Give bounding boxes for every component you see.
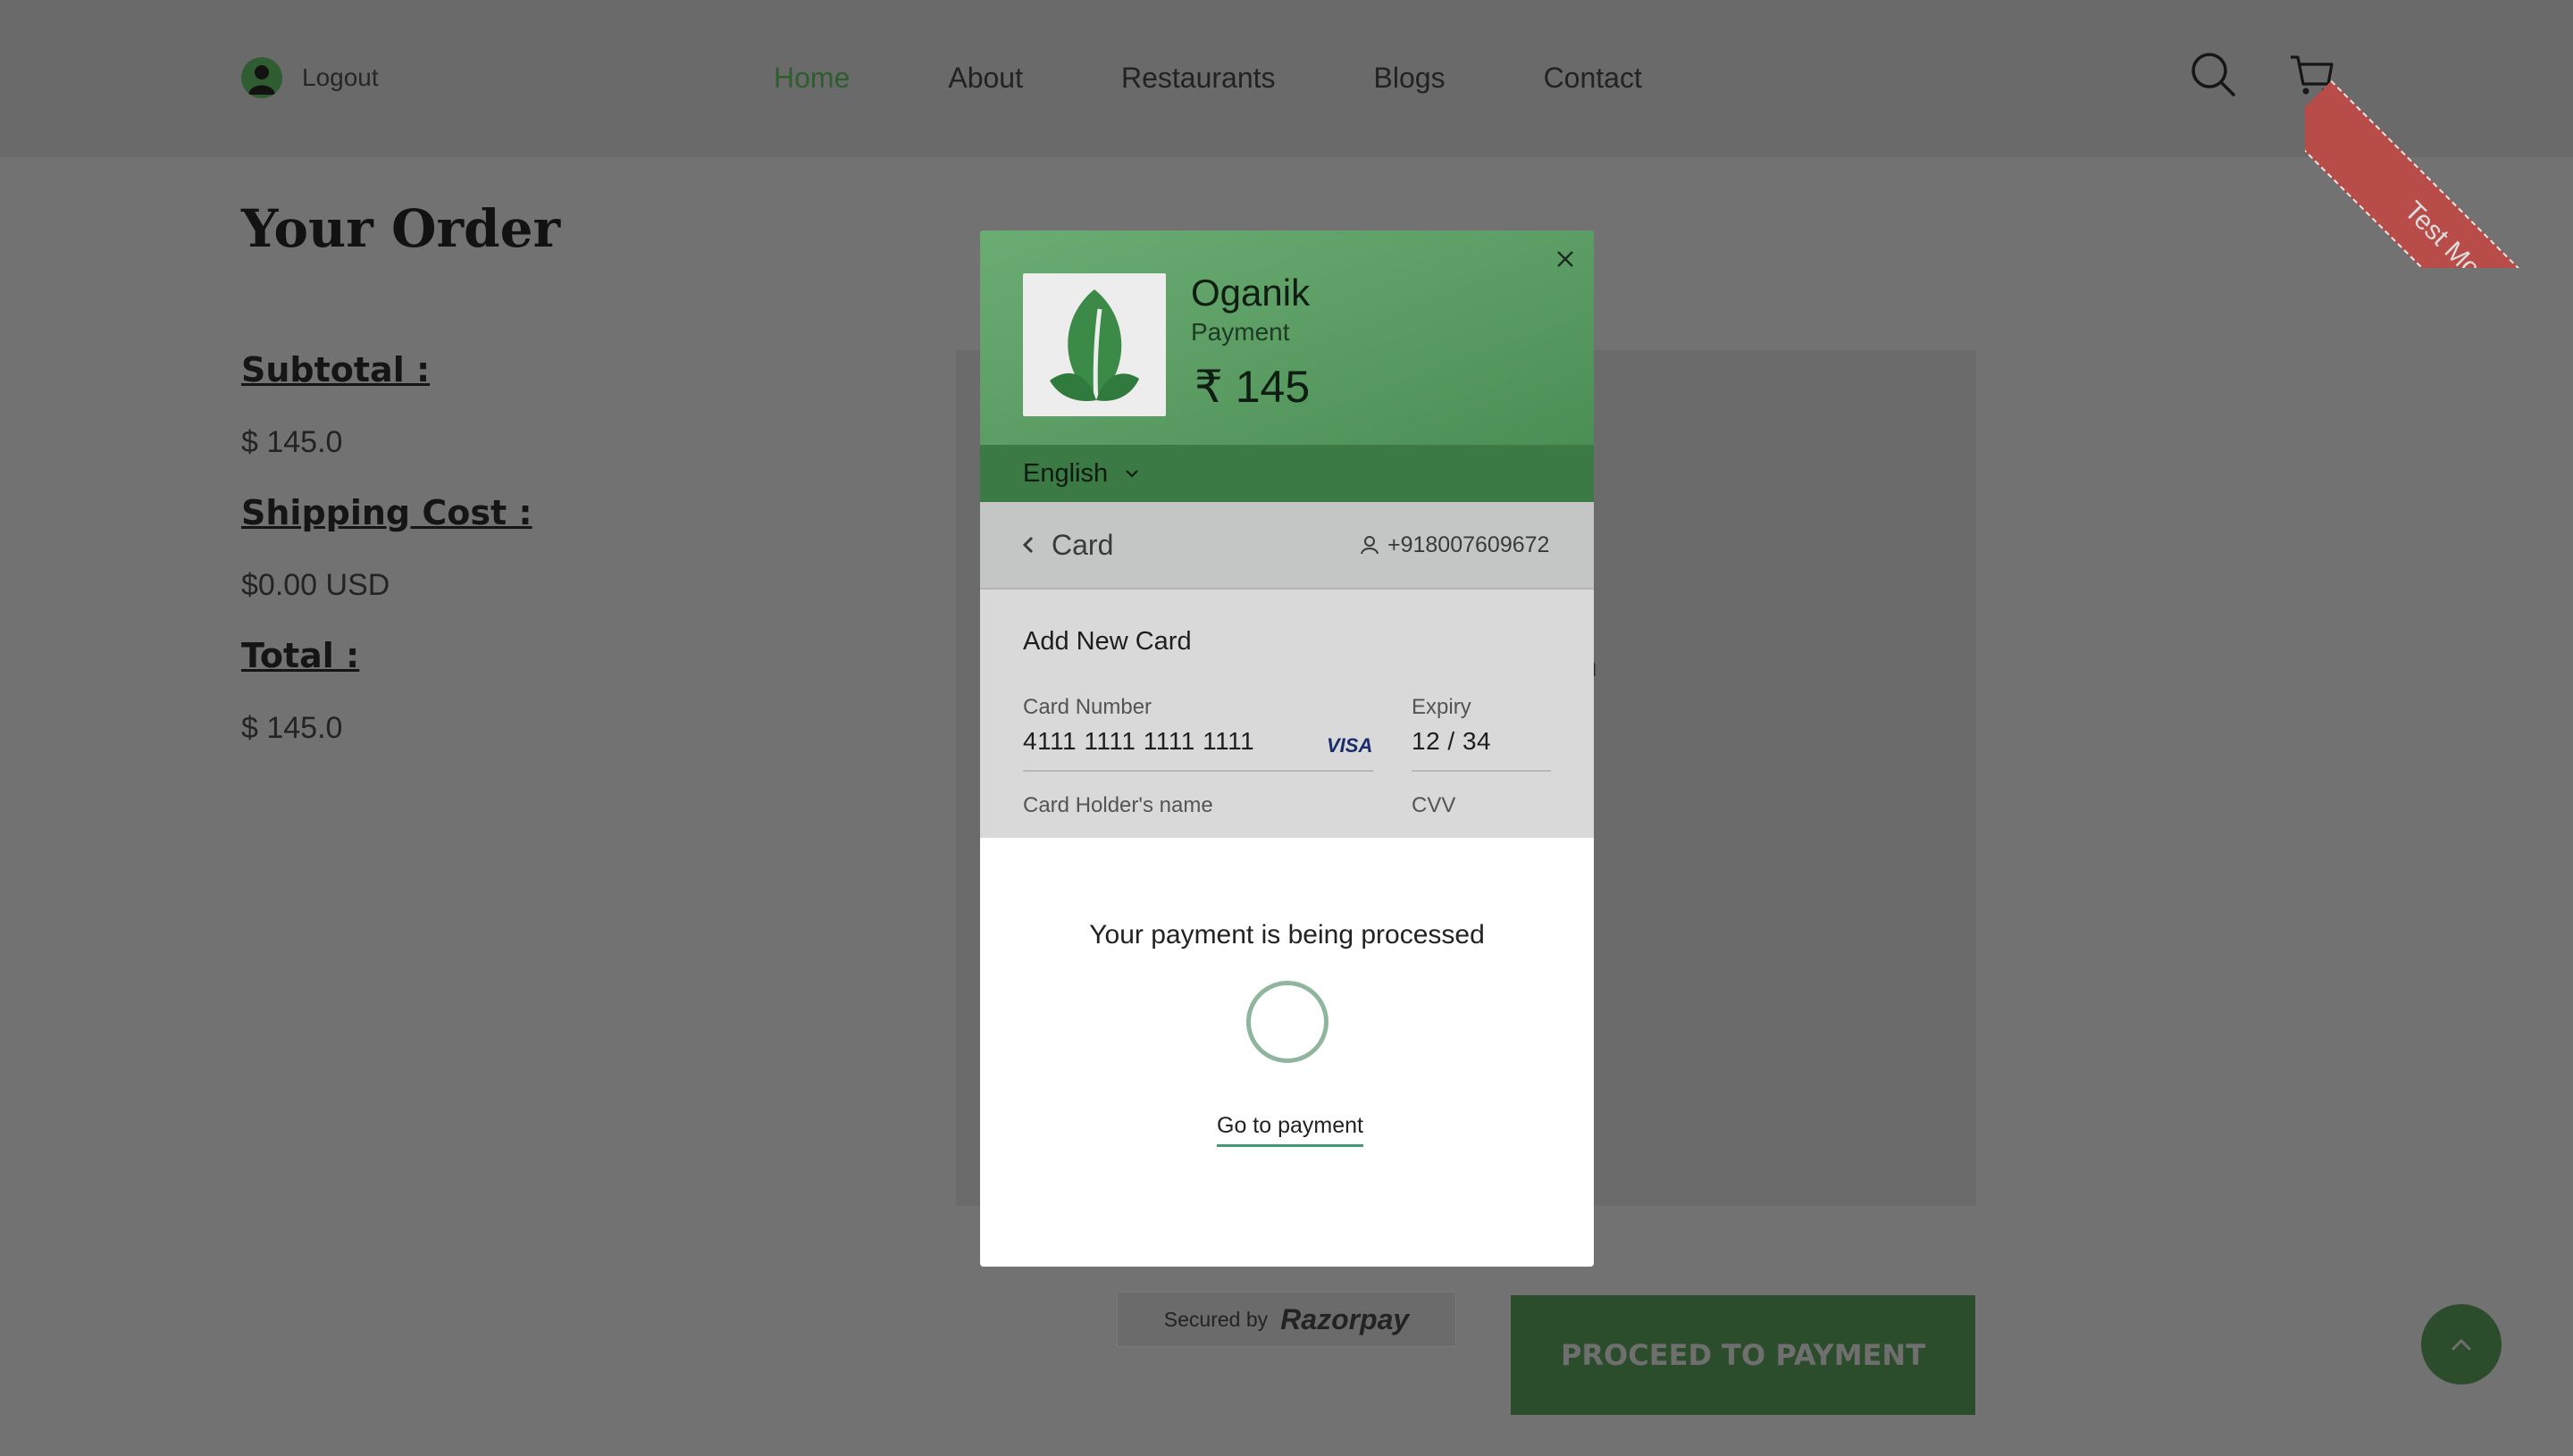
secured-by-badge: Secured by Razorpay [1117, 1292, 1456, 1347]
card-number-label: Card Number [1023, 695, 1152, 719]
language-label: English [1023, 458, 1109, 488]
go-to-payment-link[interactable]: Go to payment [1217, 1113, 1363, 1147]
processing-overlay: Your payment is being processed Go to pa… [980, 838, 1594, 1267]
close-button[interactable] [1547, 241, 1583, 277]
page-title: Your Order [241, 198, 561, 259]
card-section-title: Card [1052, 529, 1114, 561]
merchant-logo [1023, 273, 1166, 416]
expiry-field[interactable]: 12 / 34 [1412, 727, 1491, 756]
subtotal-label: Subtotal : [241, 350, 431, 389]
processing-message: Your payment is being processed [1089, 920, 1485, 950]
test-mode-label: Test Mode [2305, 80, 2573, 268]
merchant-name: Oganik [1191, 272, 1311, 314]
chevron-down-icon [1126, 470, 1138, 478]
card-holder-label: Card Holder's name [1023, 793, 1213, 817]
user-icon [1361, 536, 1379, 555]
account-link[interactable]: Logout [241, 57, 379, 98]
logout-link[interactable]: Logout [302, 63, 379, 92]
add-new-card-heading: Add New Card [1023, 627, 1192, 656]
search-icon[interactable] [2189, 50, 2237, 98]
close-icon [1557, 251, 1573, 267]
nav-restaurants[interactable]: Restaurants [1121, 57, 1276, 98]
razorpay-logo: Razorpay [1280, 1302, 1410, 1335]
main-nav: Home About Restaurants Blogs Contact [774, 57, 1740, 98]
total-label: Total : [241, 636, 360, 675]
expiry-label: Expiry [1412, 695, 1471, 719]
loading-spinner-icon [1246, 981, 1328, 1063]
payment-modal: Oganik Payment ₹ 145 English Card +91800… [980, 230, 1594, 1267]
modal-header: Oganik Payment ₹ 145 [980, 230, 1594, 445]
total-value: $ 145.0 [241, 711, 343, 745]
expiry-underline [1412, 770, 1551, 772]
nav-blogs[interactable]: Blogs [1374, 57, 1446, 98]
secured-label: Secured by [1163, 1307, 1269, 1331]
back-chevron-icon[interactable] [1019, 532, 1037, 557]
card-number-underline [1023, 770, 1373, 772]
nav-home[interactable]: Home [774, 57, 850, 98]
subtotal-value: $ 145.0 [241, 425, 343, 459]
proceed-to-payment-button[interactable]: PROCEED TO PAYMENT [1511, 1295, 1975, 1415]
leaf-logo-icon [1050, 289, 1139, 402]
visa-brand-icon: VISA [1327, 734, 1373, 757]
card-section-header: Card +918007609672 [980, 502, 1594, 590]
cvv-label: CVV [1412, 793, 1456, 817]
nav-about[interactable]: About [948, 57, 1023, 98]
site-header: Logout Home About Restaurants Blogs Cont… [0, 0, 2573, 157]
user-avatar-icon [241, 57, 282, 98]
language-selector[interactable]: English [980, 445, 1594, 502]
scroll-to-top-button[interactable] [2421, 1304, 2502, 1385]
test-mode-ribbon: Test Mode [2305, 0, 2573, 268]
shipping-value: $0.00 USD [241, 568, 390, 602]
payment-amount: ₹ 145 [1194, 362, 1311, 412]
nav-contact[interactable]: Contact [1544, 57, 1642, 98]
card-number-field[interactable]: 4111 1111 1111 1111 [1023, 727, 1254, 756]
contact-number[interactable]: +918007609672 [1387, 532, 1549, 558]
chevron-up-icon [2451, 1338, 2471, 1351]
merchant-subtitle: Payment [1191, 318, 1290, 346]
shipping-label: Shipping Cost : [241, 493, 532, 532]
